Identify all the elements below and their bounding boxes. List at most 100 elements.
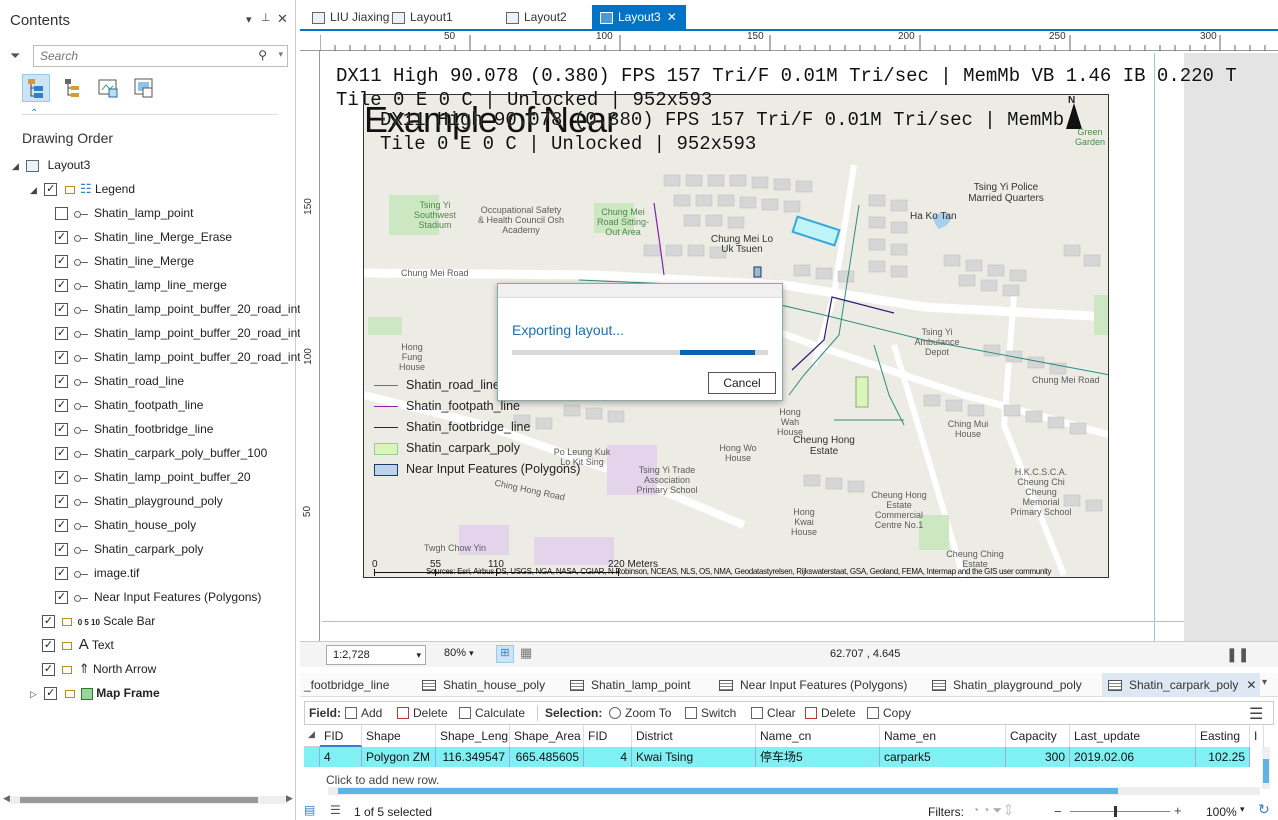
tree-item-layout3[interactable]: ◢ Layout3	[0, 153, 296, 177]
tree-item-layer[interactable]: ✓ Near Input Features (Polygons)	[0, 585, 296, 609]
table-cell[interactable]: 停车场5	[756, 747, 880, 767]
dropdown-icon[interactable]: ▾	[1240, 804, 1245, 815]
tree-item-layer[interactable]: ✓ Shatin_footbridge_line	[0, 417, 296, 441]
table-view-icon[interactable]: ▤	[304, 803, 315, 817]
table-cell[interactable]: 2019.02.06	[1070, 747, 1196, 767]
north-arrow-icon[interactable]	[1066, 103, 1082, 129]
search-field[interactable]: ⚲ ▾	[33, 45, 288, 67]
pin-icon[interactable]: ⊥	[261, 11, 271, 24]
table-cell[interactable]: 300	[1006, 747, 1070, 767]
map-frame-checkbox[interactable]: ✓	[44, 687, 58, 701]
column-header[interactable]: Shape_Area	[510, 725, 584, 747]
filter-icons[interactable]: ◔◔⏷⇕	[972, 803, 1015, 818]
layer-checkbox[interactable]: ✓	[55, 303, 68, 317]
tree-item-map-frame[interactable]: ▷ ✓ Map Frame	[0, 681, 296, 705]
search-icon[interactable]: ⚲	[258, 48, 267, 62]
zoom-selector[interactable]: 80% ▾	[444, 647, 474, 659]
tab-footbridge-line[interactable]: _footbridge_line	[300, 673, 393, 697]
close-tab-icon[interactable]: ✕	[667, 10, 677, 24]
lock-icon[interactable]	[62, 641, 73, 650]
column-header[interactable]: Name_cn	[756, 725, 880, 747]
table-cell[interactable]: carpark5	[880, 747, 1006, 767]
table-cell[interactable]: Polygon ZM	[362, 747, 436, 767]
scale-bar-checkbox[interactable]: ✓	[42, 615, 55, 629]
layer-checkbox[interactable]: ✓	[55, 447, 68, 461]
column-header[interactable]: Shape_Leng	[436, 725, 510, 747]
tree-item-layer[interactable]: ✓ Shatin_house_poly	[0, 513, 296, 537]
table-cell[interactable]: Kwai Tsing	[632, 747, 756, 767]
table-vertical-scrollbar[interactable]	[1262, 747, 1270, 789]
clear-button[interactable]: Clear	[751, 706, 796, 720]
tree-item-layer[interactable]: ✓ Shatin_lamp_line_merge	[0, 273, 296, 297]
tab-layout2[interactable]: Layout2	[498, 5, 575, 29]
layer-checkbox[interactable]: ✓	[55, 543, 68, 557]
refresh-icon[interactable]: ↻	[1258, 801, 1270, 818]
tab-carpark-poly[interactable]: Shatin_carpark_poly ✕	[1102, 673, 1260, 697]
list-by-selection-button[interactable]	[94, 74, 122, 102]
layer-checkbox[interactable]: ✓	[55, 375, 68, 389]
tree-item-layer[interactable]: ✓ Shatin_carpark_poly_buffer_100	[0, 441, 296, 465]
table-cell[interactable]: 102.25	[1196, 747, 1250, 767]
table-horizontal-scrollbar[interactable]	[328, 787, 1260, 795]
fixed-scale-icon[interactable]: ⊞	[496, 645, 514, 663]
scrollbar-thumb[interactable]	[338, 788, 1118, 794]
zoom-to-button[interactable]: Zoom To	[609, 706, 671, 720]
switch-button[interactable]: Switch	[685, 706, 736, 720]
tree-item-layer[interactable]: Shatin_lamp_point	[0, 201, 296, 225]
table-cell[interactable]: 4	[584, 747, 632, 767]
tree-item-scale-bar[interactable]: ✓ 0 5 10 Scale Bar	[0, 609, 296, 633]
lock-icon[interactable]	[64, 689, 75, 698]
zoom-slider[interactable]	[1070, 806, 1170, 817]
delete-selection-button[interactable]: Delete	[805, 706, 856, 720]
column-header[interactable]: Name_en	[880, 725, 1006, 747]
close-pane-icon[interactable]: ✕	[277, 11, 288, 27]
tree-item-layer[interactable]: ✓ Shatin_line_Merge_Erase	[0, 225, 296, 249]
calculate-button[interactable]: Calculate	[459, 706, 525, 720]
table-menu-icon[interactable]: ☰	[1249, 704, 1263, 724]
delete-field-button[interactable]: Delete	[397, 706, 448, 720]
list-by-source-button[interactable]	[58, 74, 86, 102]
select-all-icon[interactable]: ◢	[308, 729, 315, 740]
layout-view[interactable]: 50 100 150 200 250 300 150 100 50 Exampl…	[300, 29, 1278, 643]
tree-item-legend[interactable]: ◢ ✓ ☷ Legend	[0, 177, 296, 201]
layer-checkbox[interactable]: ✓	[55, 519, 68, 533]
pane-options-icon[interactable]: ▾	[246, 13, 252, 26]
slider-thumb[interactable]	[1114, 806, 1117, 817]
layer-checkbox[interactable]: ✓	[55, 591, 68, 605]
layer-checkbox[interactable]: ✓	[55, 255, 68, 269]
lock-icon[interactable]	[62, 665, 73, 674]
search-input[interactable]	[34, 46, 254, 66]
tree-item-layer[interactable]: ✓ Shatin_line_Merge	[0, 249, 296, 273]
tab-playground-poly[interactable]: Shatin_playground_poly	[928, 673, 1086, 697]
tree-item-layer[interactable]: ✓ Shatin_lamp_point_buffer_20_road_inte	[0, 345, 307, 369]
tree-item-layer[interactable]: ✓ Shatin_lamp_point_buffer_20	[0, 465, 296, 489]
table-row[interactable]: 4 Polygon ZM 116.349547 665.485605 4 Kwai Tsi…	[304, 747, 1264, 767]
search-dropdown-icon[interactable]: ▾	[278, 49, 283, 60]
tab-near-input-features[interactable]: Near Input Features (Polygons)	[715, 673, 911, 697]
lock-icon[interactable]	[64, 185, 75, 194]
layer-checkbox[interactable]: ✓	[55, 399, 68, 413]
tree-item-layer[interactable]: ✓ Shatin_lamp_point_buffer_20_road_inte	[0, 321, 307, 345]
table-cell[interactable]: 665.485605	[510, 747, 584, 767]
copy-button[interactable]: Copy	[867, 706, 911, 720]
column-header[interactable]: District	[632, 725, 756, 747]
collapse-arrow-icon[interactable]: ◢	[12, 161, 19, 171]
expand-arrow-icon[interactable]: ▷	[30, 689, 37, 699]
table-zoom[interactable]: 100%	[1206, 805, 1237, 819]
tab-layout1[interactable]: Layout1	[384, 5, 461, 29]
scale-selector[interactable]: 1:2,728 ▾	[326, 645, 426, 665]
selected-view-icon[interactable]: ☰	[330, 803, 341, 817]
row-selector[interactable]	[304, 747, 320, 767]
legend-checkbox[interactable]: ✓	[44, 183, 58, 197]
column-header[interactable]: Capacity	[1006, 725, 1070, 747]
tree-item-north-arrow[interactable]: ✓ ⇑ North Arrow	[0, 657, 296, 681]
column-header[interactable]: Easting	[1196, 725, 1250, 747]
list-by-snapping-button[interactable]	[130, 74, 158, 102]
column-header[interactable]: Shape	[362, 725, 436, 747]
scrollbar-thumb[interactable]	[1263, 759, 1269, 783]
cancel-button[interactable]: Cancel	[708, 372, 776, 394]
layer-checkbox[interactable]: ✓	[55, 567, 68, 581]
north-arrow-checkbox[interactable]: ✓	[42, 663, 55, 677]
column-header[interactable]: FID	[584, 725, 632, 747]
tree-item-layer[interactable]: ✓ Shatin_lamp_point_buffer_20_road_inte	[0, 297, 307, 321]
